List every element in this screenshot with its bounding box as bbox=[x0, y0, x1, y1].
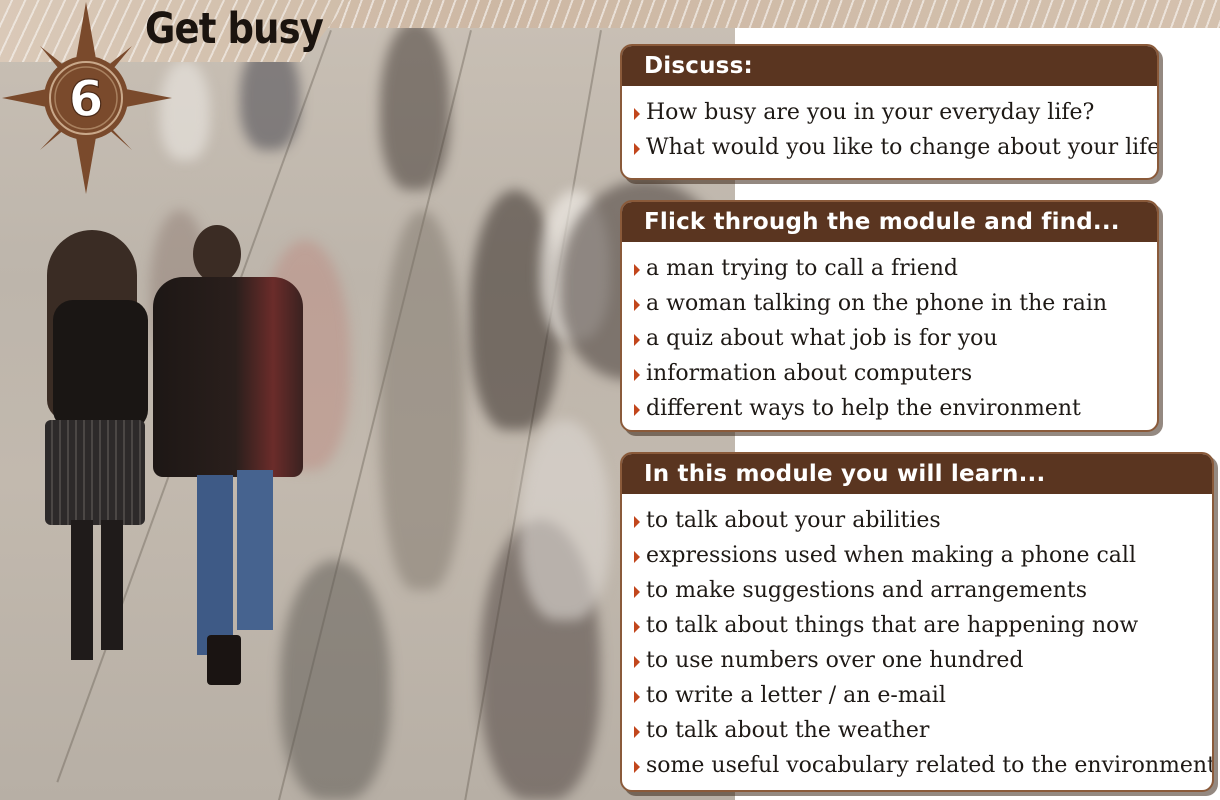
bullet-arrow-icon bbox=[634, 143, 640, 155]
discuss-heading: Discuss: bbox=[622, 46, 1157, 86]
list-item: to write a letter / an e-mail bbox=[634, 679, 1212, 714]
list-item: a woman talking on the phone in the rain bbox=[634, 287, 1157, 322]
list-item: to talk about your abilities bbox=[634, 504, 1212, 539]
module-number-badge: 6 bbox=[2, 2, 172, 194]
learn-panel: In this module you will learn... to talk… bbox=[620, 452, 1214, 792]
list-item: to use numbers over one hundred bbox=[634, 644, 1212, 679]
bullet-arrow-icon bbox=[634, 586, 640, 598]
bullet-arrow-icon bbox=[634, 369, 640, 381]
flick-heading: Flick through the module and find... bbox=[622, 202, 1157, 242]
list-item: What would you like to change about your… bbox=[634, 131, 1157, 166]
list-item: a man trying to call a friend bbox=[634, 252, 1157, 287]
list-item: expressions used when making a phone cal… bbox=[634, 539, 1212, 574]
learn-heading: In this module you will learn... bbox=[622, 454, 1212, 494]
list-item: different ways to help the environment bbox=[634, 392, 1157, 427]
learn-list: to talk about your abilities expressions… bbox=[622, 494, 1212, 784]
list-item: to talk about things that are happening … bbox=[634, 609, 1212, 644]
bullet-arrow-icon bbox=[634, 656, 640, 668]
woman-figure bbox=[35, 230, 155, 670]
bullet-arrow-icon bbox=[634, 264, 640, 276]
list-item: to talk about the weather bbox=[634, 714, 1212, 749]
flick-list: a man trying to call a friend a woman ta… bbox=[622, 242, 1157, 427]
bullet-arrow-icon bbox=[634, 108, 640, 120]
module-number: 6 bbox=[69, 70, 104, 128]
bullet-arrow-icon bbox=[634, 404, 640, 416]
bullet-arrow-icon bbox=[634, 761, 640, 773]
discuss-panel: Discuss: How busy are you in your everyd… bbox=[620, 44, 1159, 180]
bullet-arrow-icon bbox=[634, 621, 640, 633]
bullet-arrow-icon bbox=[634, 334, 640, 346]
list-item: some useful vocabulary related to the en… bbox=[634, 749, 1212, 784]
bullet-arrow-icon bbox=[634, 551, 640, 563]
list-item: information about computers bbox=[634, 357, 1157, 392]
list-item: a quiz about what job is for you bbox=[634, 322, 1157, 357]
bullet-arrow-icon bbox=[634, 299, 640, 311]
bullet-arrow-icon bbox=[634, 726, 640, 738]
discuss-list: How busy are you in your everyday life? … bbox=[622, 86, 1157, 166]
bullet-arrow-icon bbox=[634, 691, 640, 703]
list-item: to make suggestions and arrangements bbox=[634, 574, 1212, 609]
man-figure bbox=[145, 225, 310, 685]
list-item: How busy are you in your everyday life? bbox=[634, 96, 1157, 131]
bullet-arrow-icon bbox=[634, 516, 640, 528]
flick-through-panel: Flick through the module and find... a m… bbox=[620, 200, 1159, 432]
